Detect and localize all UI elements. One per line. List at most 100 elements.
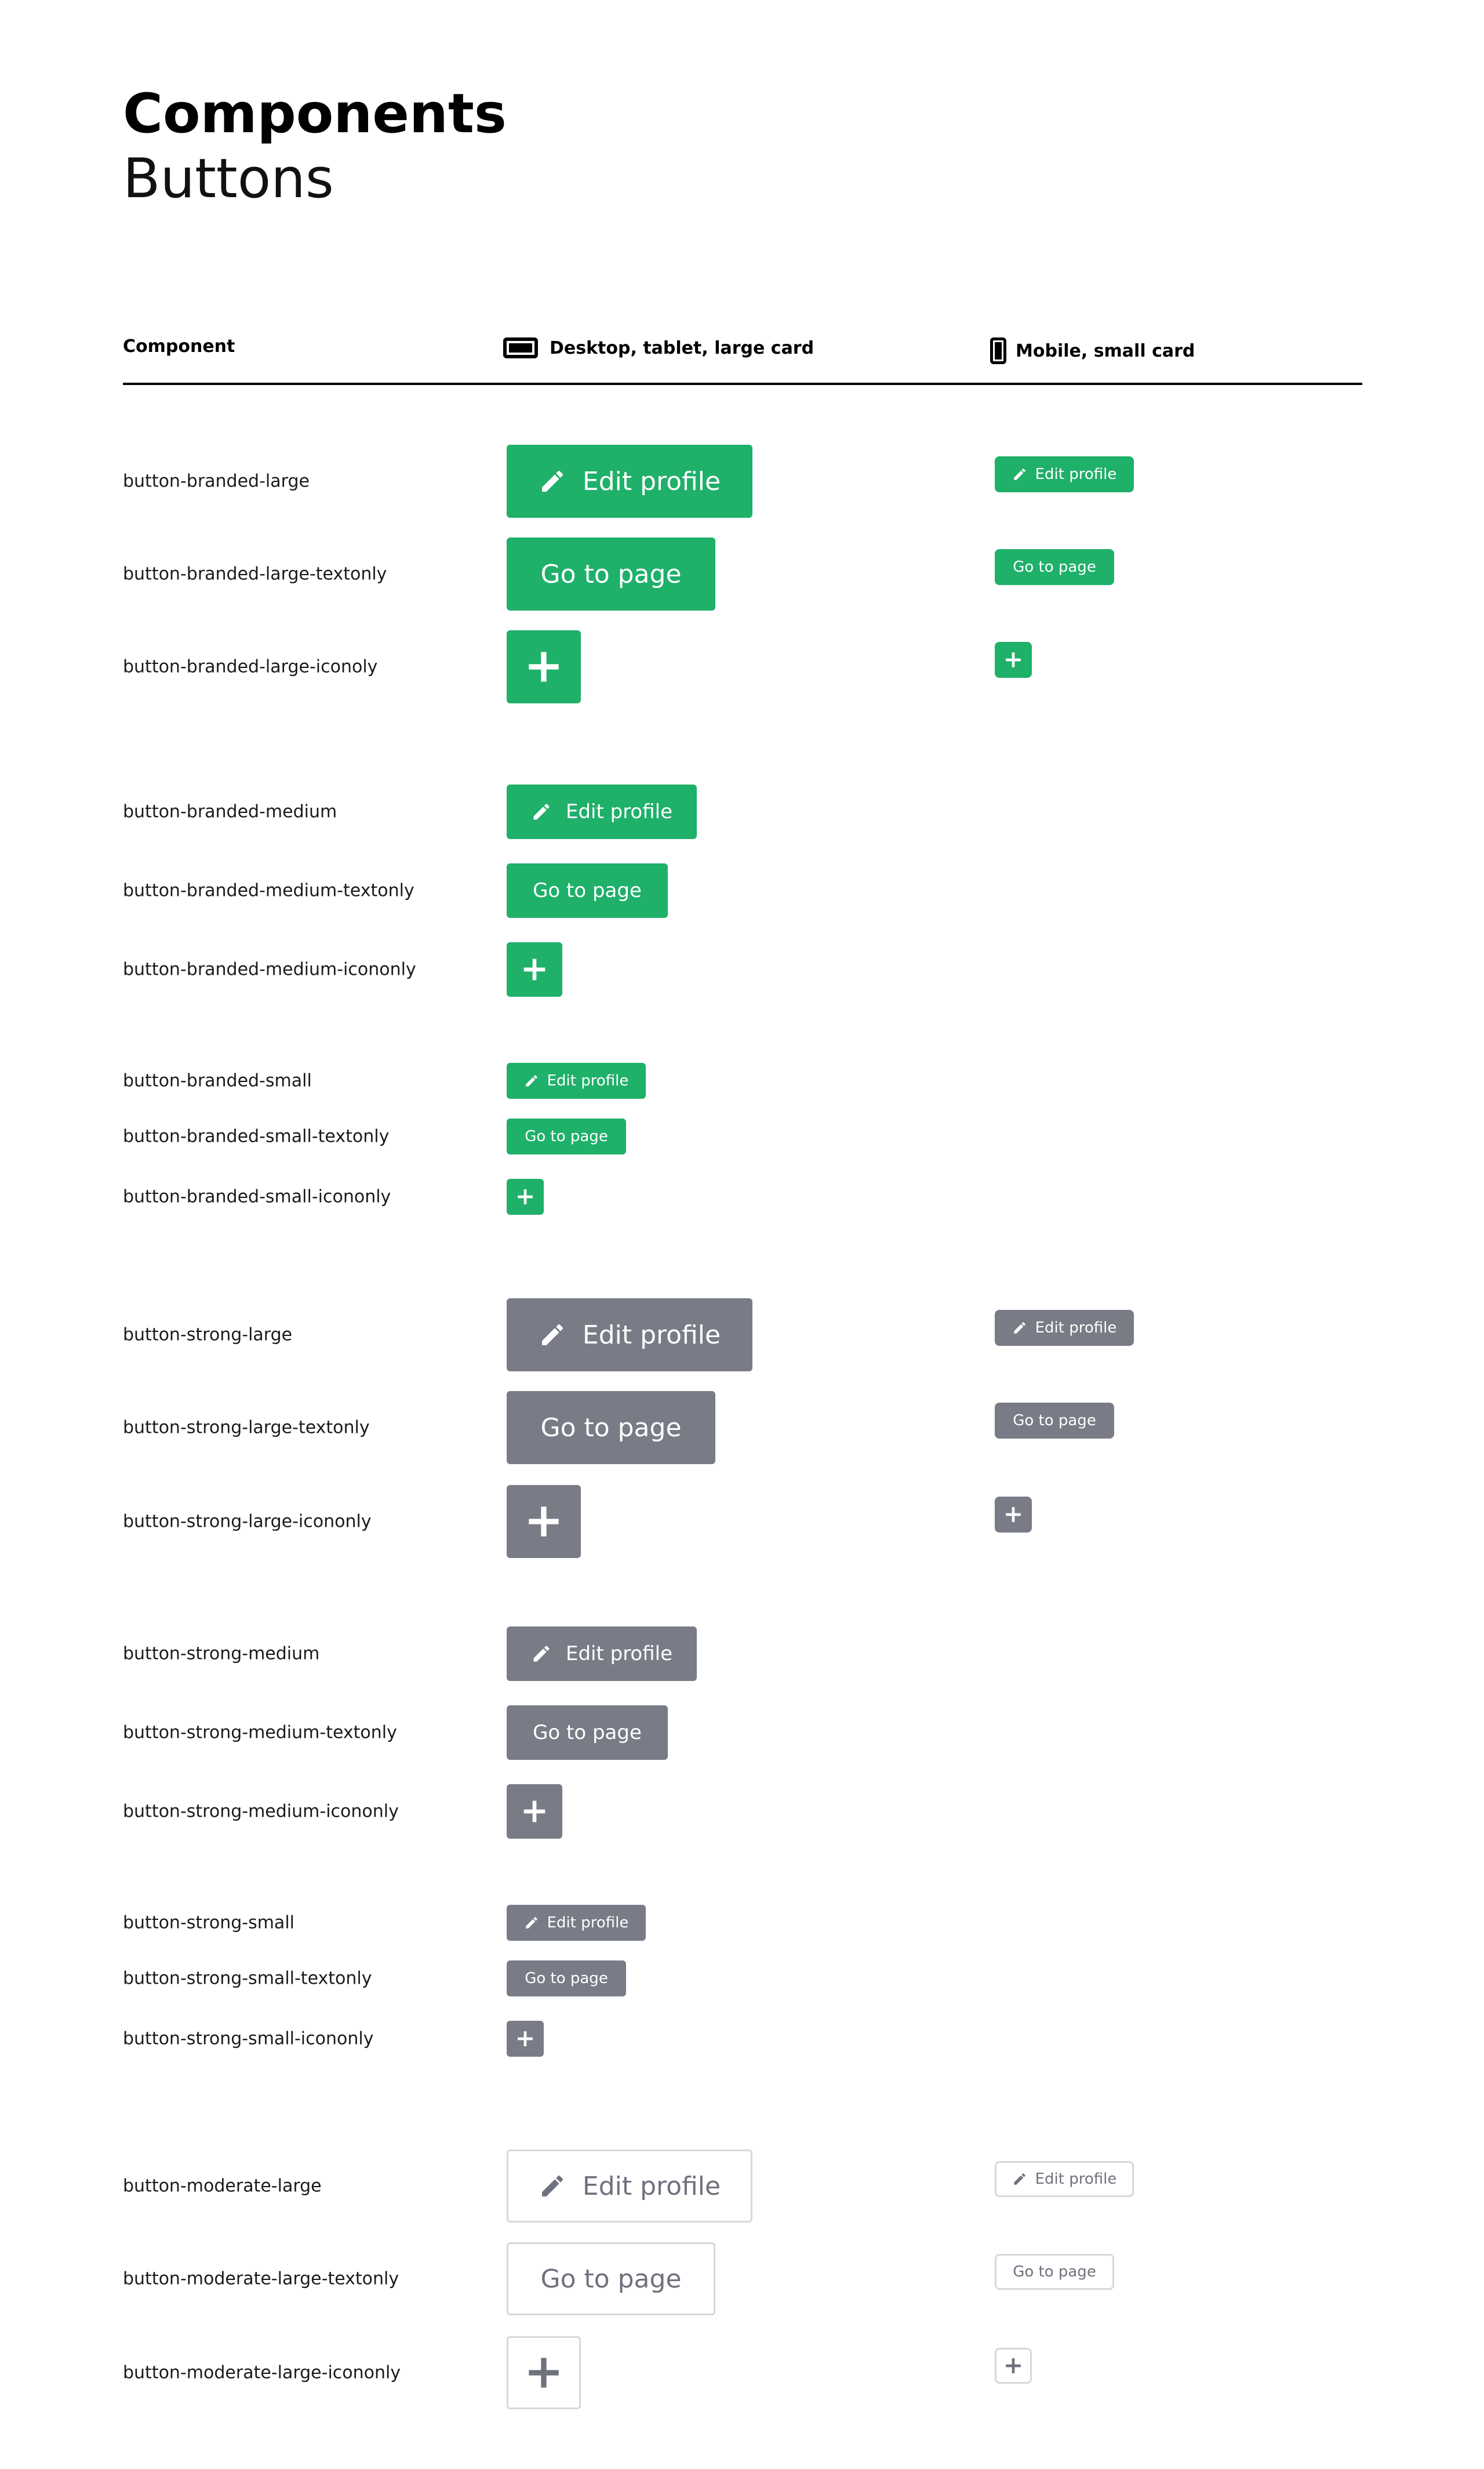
desktop-add-button[interactable] [507,1485,581,1558]
desktop-go-to-page-button[interactable]: Go to page [507,538,715,611]
plus-icon [1006,1507,1021,1522]
component-name: button-branded-medium-textonly [123,880,414,901]
desktop-add-button[interactable] [507,630,581,703]
button-label: Go to page [1013,558,1096,576]
button-label: Go to page [533,879,642,902]
component-name: button-strong-medium-textonly [123,1722,397,1743]
component-name: button-branded-medium-icononly [123,959,416,980]
plus-icon [523,1800,545,1822]
button-label: Go to page [525,1128,608,1145]
column-header-mobile-label: Mobile, small card [1016,340,1195,361]
plus-icon [529,652,559,682]
component-name: button-moderate-large-textonly [123,2268,399,2289]
desktop-add-button[interactable] [507,942,562,997]
desktop-go-to-page-button[interactable]: Go to page [507,2242,715,2315]
button-label: Go to page [1013,2263,1096,2281]
desktop-edit-profile-button[interactable]: Edit profile [507,1063,646,1099]
button-label: Go to page [540,2264,682,2294]
mobile-icon [990,337,1006,364]
desktop-add-button[interactable] [507,2336,581,2409]
column-header-desktop: Desktop, tablet, large card [503,337,814,358]
desktop-edit-profile-button[interactable]: Edit profile [507,785,697,839]
button-label: Edit profile [582,1320,721,1350]
component-name: button-branded-small [123,1070,312,1091]
component-name: button-strong-small-icononly [123,2028,374,2049]
pencil-icon [1013,1322,1025,1334]
component-name: button-strong-small-textonly [123,1968,372,1989]
header-divider [123,383,1362,385]
pencil-icon [533,804,550,820]
pencil-icon [525,1917,537,1929]
desktop-go-to-page-button[interactable]: Go to page [507,1705,668,1760]
component-name: button-branded-large-textonly [123,564,387,584]
column-header-desktop-label: Desktop, tablet, large card [550,337,814,358]
plus-icon [1006,2358,1021,2373]
mobile-edit-profile-button[interactable]: Edit profile [995,2161,1134,2197]
desktop-add-button[interactable] [507,1784,562,1839]
plus-icon [1006,652,1021,667]
button-label: Go to page [525,1970,608,1987]
component-name: button-strong-medium-icononly [123,1801,399,1822]
desktop-go-to-page-button[interactable]: Go to page [507,863,668,918]
component-name: button-branded-small-icononly [123,1186,391,1207]
mobile-go-to-page-button[interactable]: Go to page [995,2254,1114,2290]
mobile-edit-profile-button[interactable]: Edit profile [995,1310,1134,1346]
component-name: button-strong-large-textonly [123,1417,370,1438]
column-header-mobile: Mobile, small card [990,337,1195,364]
desktop-icon [503,337,538,358]
desktop-edit-profile-button[interactable]: Edit profile [507,1626,697,1681]
pencil-icon [541,1324,563,1345]
button-label: Edit profile [547,1914,629,1931]
component-name: button-strong-large [123,1324,293,1345]
button-label: Edit profile [1035,466,1117,483]
plus-icon [518,1189,533,1204]
button-label: Edit profile [582,466,721,496]
page-title: Components [123,82,507,146]
button-label: Edit profile [565,1642,673,1665]
desktop-edit-profile-button[interactable]: Edit profile [507,1298,752,1371]
desktop-go-to-page-button[interactable]: Go to page [507,1960,626,1996]
button-label: Edit profile [1035,2170,1117,2188]
component-name: button-branded-large [123,471,310,492]
pencil-icon [541,470,563,492]
pencil-icon [1013,2173,1025,2185]
button-label: Go to page [540,1413,682,1443]
mobile-add-button[interactable] [995,642,1032,678]
desktop-go-to-page-button[interactable]: Go to page [507,1119,626,1154]
plus-icon [518,2031,533,2046]
component-name: button-moderate-large-icononly [123,2362,401,2383]
component-name: button-branded-small-textonly [123,1126,390,1147]
pencil-icon [533,1646,550,1662]
mobile-add-button[interactable] [995,1497,1032,1533]
component-name: button-strong-medium [123,1643,320,1664]
column-header-component: Component [123,336,235,357]
desktop-add-button[interactable] [507,2021,544,2057]
pencil-icon [525,1075,537,1087]
button-label: Edit profile [547,1072,629,1090]
component-name: button-strong-small [123,1912,294,1933]
button-label: Go to page [540,559,682,589]
plus-icon [523,958,545,981]
desktop-add-button[interactable] [507,1179,544,1215]
button-label: Go to page [1013,1412,1096,1429]
button-label: Go to page [533,1721,642,1744]
pencil-icon [541,2175,563,2196]
plus-icon [529,2358,559,2388]
desktop-go-to-page-button[interactable]: Go to page [507,1391,715,1464]
mobile-go-to-page-button[interactable]: Go to page [995,1403,1114,1439]
plus-icon [529,1506,559,1537]
desktop-edit-profile-button[interactable]: Edit profile [507,1905,646,1941]
component-name: button-strong-large-icononly [123,1511,372,1532]
mobile-go-to-page-button[interactable]: Go to page [995,549,1114,585]
component-name: button-moderate-large [123,2176,322,2196]
pencil-icon [1013,469,1025,480]
desktop-edit-profile-button[interactable]: Edit profile [507,2150,752,2223]
mobile-add-button[interactable] [995,2348,1032,2384]
component-name: button-branded-medium [123,801,337,822]
desktop-edit-profile-button[interactable]: Edit profile [507,445,752,518]
button-label: Edit profile [565,800,673,823]
button-label: Edit profile [1035,1319,1117,1337]
button-label: Edit profile [582,2171,721,2201]
mobile-edit-profile-button[interactable]: Edit profile [995,456,1134,492]
component-name: button-branded-large-iconoly [123,656,378,677]
